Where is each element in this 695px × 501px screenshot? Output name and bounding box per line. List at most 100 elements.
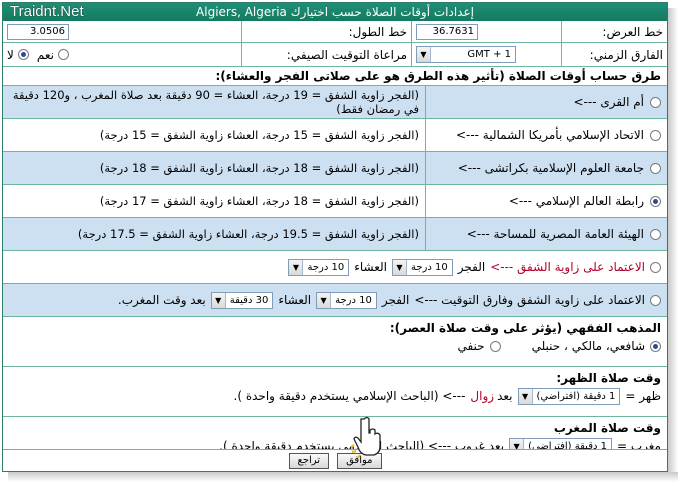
madhab-hanafi-label: حنفي [457, 339, 485, 353]
title-bar: إعدادات أوقات الصلاة حسب اختيارك Algiers… [3, 3, 667, 21]
ok-button[interactable]: موافق [337, 452, 382, 469]
longitude-input[interactable]: 3.0506 [7, 23, 69, 40]
method-name-cell: أم القرى ---> [425, 86, 667, 118]
madhab-hanafi-radio[interactable] [489, 340, 501, 352]
method-custom-time-label: الاعتماد على زاوية الشفق وفارق التوقيت -… [414, 293, 645, 307]
custom-time-isha-label: العشاء [278, 293, 312, 307]
timezone-label: الفارق الزمني: [589, 47, 663, 62]
method-name: جامعة العلوم الإسلامية بكراتشى ---> [457, 161, 644, 175]
lon-value-cell: 3.0506 [3, 21, 241, 42]
dhuhr-after-label: بعد [497, 389, 513, 403]
window-shadow-right [668, 8, 678, 478]
longitude-label: خط الطول: [348, 24, 407, 39]
methods-heading: طرق حساب أوقات الصلاة (تأثير هذه الطرق ه… [215, 69, 662, 83]
lon-label-cell: خط الطول: [241, 21, 411, 42]
maghrib-heading: وقت صلاة المغرب [553, 421, 661, 435]
chevron-down-icon: ▼ [417, 47, 431, 62]
method-radio[interactable] [650, 228, 661, 240]
custom-time-suffix: بعد وقت المغرب. [117, 293, 206, 307]
method-name-cell: جامعة العلوم الإسلامية بكراتشى ---> [425, 152, 667, 184]
method-description: (الفجر زاوية الشفق = 18 درجة، العشاء زاو… [3, 152, 425, 184]
madhab-section: المذهب الفقهي (يؤثر على وقت صلاة العصر):… [3, 316, 667, 366]
method-radio[interactable] [650, 129, 661, 141]
method-row: رابطة العالم الإسلامي ---> (الفجر زاوية ا… [3, 184, 667, 217]
method-row: الهيئة العامة المصرية للمساحة ---> (الفجر… [3, 217, 667, 250]
tz-value-cell: ▼ GMT + 1 [411, 43, 561, 66]
custom-time-fajr-label: الفجر [381, 293, 410, 307]
method-custom-time-cell: الاعتماد على زاوية الشفق وفارق التوقيت -… [3, 284, 667, 316]
window-shadow-bottom [8, 472, 678, 482]
button-bar: موافق تراجع [3, 449, 667, 471]
madhab-shafii-radio[interactable] [650, 340, 661, 352]
dhuhr-heading: وقت صلاة الظهر: [556, 371, 661, 385]
coordinates-row: خط العرض: 36.7631 خط الطول: 3.0506 [3, 21, 667, 43]
custom-time-isha-select[interactable]: 30 دقيقة ▼ [210, 291, 274, 309]
dhuhr-note: ---> (الباحث الإسلامي يستخدم دقيقة واحدة… [233, 389, 466, 403]
tz-label-cell: الفارق الزمني: [561, 43, 667, 66]
timezone-select[interactable]: ▼ GMT + 1 [416, 46, 516, 63]
latitude-label: خط العرض: [602, 24, 663, 39]
custom-angle-fajr-select[interactable]: 10 درجة ▼ [392, 258, 453, 276]
method-name: رابطة العالم الإسلامي ---> [508, 194, 644, 208]
chevron-down-icon: ▼ [317, 292, 332, 308]
custom-angle-fajr-label: الفجر [457, 260, 486, 274]
method-name: الاتحاد الإسلامي بأمريكا الشمالية ---> [455, 128, 644, 142]
dhuhr-prefix: ظهر = [625, 389, 661, 403]
window-title: إعدادات أوقات الصلاة حسب اختيارك Algiers… [196, 5, 474, 19]
method-name: أم القرى ---> [573, 95, 644, 109]
settings-window: إعدادات أوقات الصلاة حسب اختيارك Algiers… [2, 2, 668, 472]
dhuhr-offset-value: 1 دقيقة (افتراضي) [536, 390, 616, 402]
watermark-logo: Traidnt.Net [10, 3, 84, 20]
method-custom-angle-row: الاعتماد على زاوية الشفق ---> الفجر 10 د… [3, 250, 667, 283]
latitude-input[interactable]: 36.7631 [416, 23, 478, 40]
method-row: أم القرى ---> (الفجر زاوية الشفق = 19 درج… [3, 85, 667, 118]
custom-angle-isha-select[interactable]: 10 درجة ▼ [288, 258, 350, 276]
timezone-row: الفارق الزمني: ▼ GMT + 1 مراعاة التوقيت … [3, 43, 667, 67]
custom-angle-isha-label: العشاء [354, 260, 387, 274]
custom-angle-isha-value: 10 درجة [307, 261, 345, 273]
custom-time-fajr-select[interactable]: 10 درجة ▼ [316, 291, 377, 309]
dst-options-cell: نعم لا [3, 43, 241, 66]
method-description: (الفجر زاوية الشفق = 19.5 درجة، العشاء ز… [3, 218, 425, 250]
page: إعدادات أوقات الصلاة حسب اختيارك Algiers… [0, 0, 695, 501]
back-button[interactable]: تراجع [288, 452, 330, 469]
dst-label: مراعاة التوقيت الصيفي: [286, 47, 407, 62]
dst-no-radio[interactable] [17, 49, 29, 60]
custom-time-isha-value: 30 دقيقة [229, 294, 269, 306]
custom-angle-fajr-value: 10 درجة [411, 261, 448, 273]
dhuhr-zawal-label: زوال [470, 389, 495, 403]
method-description: (الفجر زاوية الشفق = 15 درجة، العشاء زاو… [99, 128, 419, 142]
methods-list: أم القرى ---> (الفجر زاوية الشفق = 19 درج… [3, 85, 667, 250]
method-custom-angle-radio[interactable] [650, 261, 661, 273]
method-name: الهيئة العامة المصرية للمساحة ---> [466, 227, 644, 241]
method-radio[interactable] [650, 162, 661, 174]
method-radio[interactable] [650, 96, 661, 108]
custom-time-fajr-value: 10 درجة [335, 294, 372, 306]
lat-label-cell: خط العرض: [561, 21, 667, 42]
method-radio[interactable] [650, 195, 661, 207]
chevron-down-icon: ▼ [393, 259, 407, 275]
chevron-down-icon: ▼ [518, 388, 533, 404]
method-custom-time-row: الاعتماد على زاوية الشفق وفارق التوقيت -… [3, 283, 667, 316]
method-name-cell: الهيئة العامة المصرية للمساحة ---> [425, 218, 667, 250]
method-custom-angle-cell: الاعتماد على زاوية الشفق ---> الفجر 10 د… [3, 251, 667, 283]
dst-yes-radio[interactable] [57, 49, 69, 60]
method-custom-time-radio[interactable] [650, 294, 661, 306]
dhuhr-section: وقت صلاة الظهر: ظهر = 1 دقيقة (افتراضي) ▼… [3, 366, 667, 416]
madhab-heading: المذهب الفقهي (يؤثر على وقت صلاة العصر): [389, 321, 661, 335]
chevron-down-icon: ▼ [211, 292, 226, 308]
method-row: جامعة العلوم الإسلامية بكراتشى ---> (الفج… [3, 151, 667, 184]
chevron-down-icon: ▼ [289, 259, 304, 275]
dst-label-cell: مراعاة التوقيت الصيفي: [241, 43, 411, 66]
dhuhr-line: ظهر = 1 دقيقة (افتراضي) ▼ بعد زوال ---> (… [9, 385, 661, 407]
lat-value-cell: 36.7631 [411, 21, 561, 42]
madhab-options: شافعي، مالكي ، حنبلي حنفي [9, 335, 661, 357]
timezone-value: GMT + 1 [467, 49, 511, 60]
method-custom-angle-label: الاعتماد على زاوية الشفق ---> [490, 260, 645, 274]
method-description: (الفجر زاوية الشفق = 18 درجة، العشاء زاو… [99, 194, 419, 208]
method-row: الاتحاد الإسلامي بأمريكا الشمالية ---> (ا… [3, 118, 667, 151]
dst-yes-label: نعم [36, 47, 54, 62]
method-name-cell: الاتحاد الإسلامي بأمريكا الشمالية ---> [425, 119, 667, 151]
dst-no-label: لا [7, 47, 14, 62]
dhuhr-offset-select[interactable]: 1 دقيقة (افتراضي) ▼ [517, 387, 621, 405]
